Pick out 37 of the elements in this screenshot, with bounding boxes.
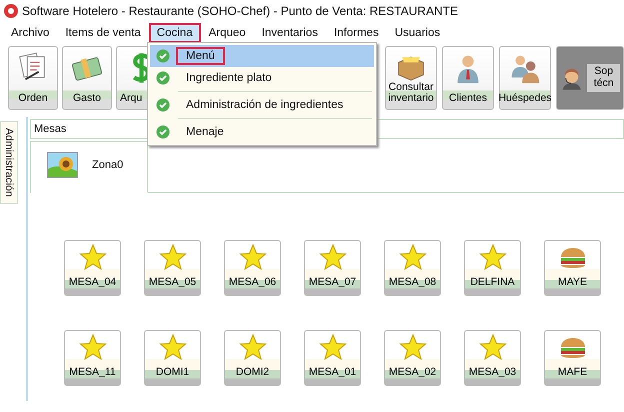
window-title: Software Hotelero - Restaurante (SOHO-Chef) - Punto de Venta: RESTAURANTE bbox=[22, 4, 458, 18]
menu-item[interactable]: Informes bbox=[326, 22, 387, 42]
table-button[interactable]: MESA_06 bbox=[224, 240, 281, 296]
table-button[interactable]: MAFE bbox=[544, 330, 601, 386]
table-button[interactable]: MAYE bbox=[544, 240, 601, 296]
toolbar-button[interactable]: Gasto bbox=[62, 46, 112, 110]
app-logo-icon bbox=[4, 4, 18, 18]
toolbar-button[interactable]: Clientes bbox=[442, 46, 494, 110]
check-icon bbox=[156, 71, 170, 85]
table-button[interactable]: MESA_02 bbox=[384, 330, 441, 386]
side-tab[interactable]: Administración bbox=[0, 121, 18, 204]
table-button[interactable]: MESA_08 bbox=[384, 240, 441, 296]
check-icon bbox=[156, 125, 170, 139]
toolbar-button[interactable]: Huéspedes bbox=[499, 46, 551, 110]
menu-item[interactable]: Usuarios bbox=[386, 22, 448, 42]
table-button[interactable]: MESA_03 bbox=[464, 330, 521, 386]
table-button[interactable]: MESA_04 bbox=[64, 240, 121, 296]
table-button[interactable]: DOMI1 bbox=[144, 330, 201, 386]
menu-item[interactable]: Inventarios bbox=[254, 22, 326, 42]
sunflower-icon bbox=[47, 152, 78, 178]
menu-item[interactable]: Archivo bbox=[3, 22, 58, 42]
dropdown-item[interactable]: Menú bbox=[150, 45, 374, 67]
menu-item[interactable]: Arqueo bbox=[200, 22, 254, 42]
table-button[interactable]: DOMI2 bbox=[224, 330, 281, 386]
table-button[interactable]: DELFINA bbox=[464, 240, 521, 296]
toolbar-button[interactable]: Sop técn bbox=[556, 46, 624, 110]
check-icon bbox=[156, 98, 170, 112]
check-icon bbox=[156, 49, 170, 63]
table-button[interactable]: MESA_07 bbox=[304, 240, 361, 296]
toolbar-button[interactable]: Consultar inventario bbox=[385, 46, 437, 110]
table-button[interactable]: MESA_01 bbox=[304, 330, 361, 386]
table-button[interactable]: MESA_05 bbox=[144, 240, 201, 296]
menu-item[interactable]: Cocina bbox=[148, 22, 201, 42]
menu-item[interactable]: Items de venta bbox=[57, 22, 149, 42]
zone-tab[interactable]: Zona0 bbox=[31, 141, 148, 193]
toolbar-button[interactable]: Orden bbox=[8, 46, 58, 110]
table-button[interactable]: MESA_11 bbox=[64, 330, 121, 386]
